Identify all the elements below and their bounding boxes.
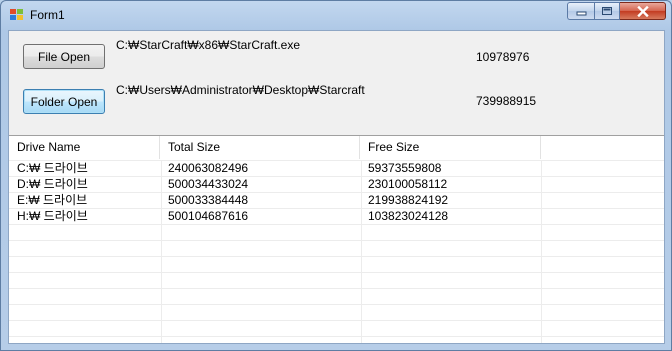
column-header-free-size[interactable]: Free Size <box>360 136 541 159</box>
table-row[interactable]: D:₩ 드라이브 500034433024 230100058112 <box>9 176 664 192</box>
table-row[interactable]: E:₩ 드라이브 500033384448 219938824192 <box>9 192 664 208</box>
form-client-area: File Open C:₩StarCraft₩x86₩StarCraft.exe… <box>8 30 665 344</box>
form-window: Form1 File Open C:₩StarCraft₩x86₩StarCra… <box>0 0 672 351</box>
close-icon <box>636 5 649 17</box>
free-size-cell: 59373559808 <box>368 161 442 175</box>
drive-name-cell: C:₩ 드라이브 <box>17 161 88 175</box>
drive-name-cell: H:₩ 드라이브 <box>17 209 88 223</box>
folder-size-label: 739988915 <box>476 94 537 108</box>
file-size-label: 10978976 <box>476 50 530 64</box>
minimize-button[interactable] <box>567 2 594 20</box>
maximize-button[interactable] <box>594 2 620 20</box>
close-button[interactable] <box>620 2 666 20</box>
total-size-cell: 240063082496 <box>168 161 249 175</box>
total-size-cell: 500104687616 <box>168 209 249 223</box>
free-size-cell: 219938824192 <box>368 193 449 207</box>
total-size-cell: 500033384448 <box>168 193 249 207</box>
list-header: Drive Name Total Size Free Size <box>9 136 664 159</box>
caption-buttons <box>567 2 666 20</box>
drive-list-view[interactable]: Drive Name Total Size Free Size C:₩ 드라이브… <box>9 135 664 343</box>
total-size-cell: 500034433024 <box>168 177 249 191</box>
drive-name-cell: E:₩ 드라이브 <box>17 193 88 207</box>
title-bar[interactable]: Form1 <box>1 1 671 29</box>
folder-open-button[interactable]: Folder Open <box>23 89 105 114</box>
windows-form-icon <box>10 9 24 22</box>
free-size-cell: 103823024128 <box>368 209 449 223</box>
folder-path-label: C:₩Users₩Administrator₩Desktop₩Starcraft <box>116 83 365 97</box>
minimize-icon <box>576 11 586 15</box>
column-header-filler <box>541 136 664 159</box>
table-row[interactable]: H:₩ 드라이브 500104687616 103823024128 <box>9 208 664 224</box>
maximize-icon <box>602 7 612 15</box>
free-size-cell: 230100058112 <box>368 177 448 191</box>
list-body: C:₩ 드라이브 240063082496 59373559808 D:₩ 드라… <box>9 160 664 343</box>
drive-name-cell: D:₩ 드라이브 <box>17 177 88 191</box>
window-title: Form1 <box>30 8 65 22</box>
column-header-total-size[interactable]: Total Size <box>160 136 360 159</box>
file-open-button[interactable]: File Open <box>23 44 105 69</box>
file-path-label: C:₩StarCraft₩x86₩StarCraft.exe <box>116 38 301 52</box>
table-row[interactable]: C:₩ 드라이브 240063082496 59373559808 <box>9 160 664 176</box>
column-header-drive-name[interactable]: Drive Name <box>9 136 160 159</box>
